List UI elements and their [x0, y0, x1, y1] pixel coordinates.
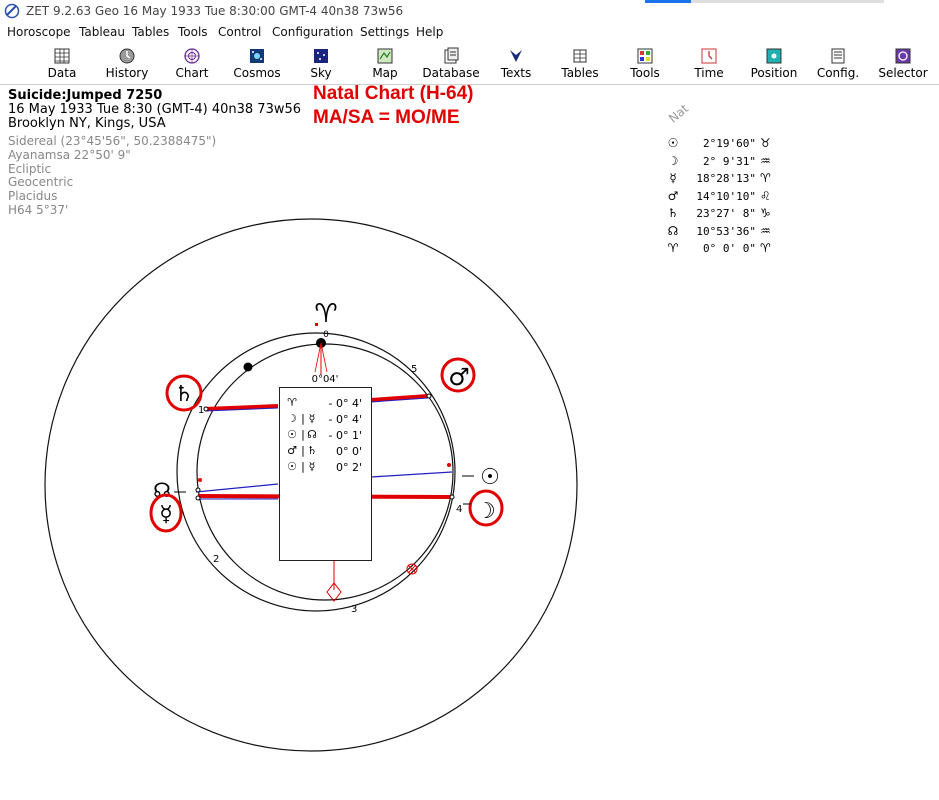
planet-dot-upper-left: [243, 362, 253, 372]
house-number-3: 3: [351, 604, 357, 615]
node-marker: [195, 487, 201, 493]
mercury-marker: [195, 495, 201, 501]
aspect-line-mars-upper: [370, 394, 429, 402]
setting-zodiac: Sidereal (23°45'56", 50.2388475"): [8, 134, 217, 148]
midpoint-box: ♈ - 0° 4' ☽ | ☿ - 0° 4' ☉ | ☊ - 0° 1' ♂ …: [279, 387, 372, 561]
capricorn-icon: ♑: [760, 206, 771, 220]
position-row-sun: ☉ 2°19'60" ♉: [667, 136, 771, 150]
node-icon: ☊: [667, 223, 679, 238]
house-number-4: 4: [456, 504, 462, 515]
position-row-moon: ☽ 2° 9'31" ♒: [667, 153, 771, 168]
aspect-line-node-blue: [195, 483, 279, 493]
moon-icon: ☽: [667, 153, 679, 168]
mars-marker: [426, 393, 432, 399]
house-number-1: 1: [198, 405, 204, 416]
saturn-marker: [203, 406, 209, 412]
mars-icon: ♂: [287, 444, 297, 457]
taurus-icon: ♉: [760, 136, 771, 150]
position-row-mercury: ☿ 18°28'13" ♈: [664, 171, 784, 189]
chart-datetime: 16 May 1933 Tue 8:30 (GMT-4) 40n38 73w56: [8, 102, 302, 117]
chart-info-panel: Suicide:Jumped 7250 16 May 1933 Tue 8:30…: [8, 89, 301, 218]
sun-icon: ☉: [287, 428, 297, 441]
aries-icon: ♈: [760, 171, 771, 185]
annotation-line-2: MA/SA = MO/ME: [313, 107, 460, 128]
setting-coordinates: Ecliptic: [8, 161, 52, 176]
annotation-line-1: Natal Chart (H-64): [313, 83, 474, 104]
moon-glyph: ☽: [476, 499, 496, 524]
aries-icon: ♈: [760, 241, 771, 255]
aries-offset-label: 0°04': [312, 374, 339, 385]
midpoint-row: ☉ | ☊ - 0° 1': [287, 428, 362, 442]
aspect-line-sun-blue: [370, 471, 453, 478]
sun-glyph: ☉: [480, 465, 500, 490]
saturn-glyph: ♄: [174, 382, 194, 407]
house-number-2: 2: [213, 554, 219, 565]
position-row-mars: ♂ 14°10'10" ♌: [667, 188, 771, 203]
red-annotation: Natal Chart (H-64) MA/SA = MO/ME: [313, 82, 473, 130]
midpoint-row: ♂ | ♄ 0° 0': [287, 444, 362, 458]
saturn-icon: ♄: [667, 206, 679, 220]
position-row-aries-point: ♈ 0° 0' 0" ♈: [667, 241, 771, 255]
saturn-icon: ♄: [307, 444, 317, 457]
midpoint-row: ☽ | ☿ - 0° 4': [287, 412, 362, 426]
position-row-node: ☊ 10°53'36" ♒: [667, 223, 771, 238]
mercury-glyph: ☿: [159, 502, 173, 527]
midpoint-row: ♈ - 0° 4': [287, 396, 362, 410]
red-dot-right: [447, 463, 451, 467]
leo-icon: ♌: [760, 188, 771, 203]
sun-icon: ☉: [667, 136, 679, 150]
sun-icon: ☉: [287, 460, 297, 473]
aquarius-icon: ♒: [760, 153, 771, 168]
moon-marker: [449, 494, 455, 500]
aries-point-icon: ♈: [667, 241, 679, 255]
position-row-saturn: ♄ 23°27' 8" ♑: [667, 206, 771, 220]
midpoint-row: ☉ | ☿ 0° 2': [287, 460, 362, 474]
aries-cusp-number: 0: [323, 330, 329, 340]
setting-ayanamsa: Ayanamsa 22°50' 9": [8, 147, 131, 162]
moon-icon: ☽: [287, 412, 297, 425]
aquarius-icon: ♒: [760, 223, 771, 238]
red-dot-left: [198, 478, 202, 482]
chart-name: Suicide:Jumped 7250: [8, 88, 163, 103]
mars-icon: ♂: [667, 188, 679, 203]
chart-place: Brooklyn NY, Kings, USA: [8, 116, 166, 131]
house-number-5: 5: [411, 364, 417, 375]
mercury-icon: ☿: [308, 460, 316, 473]
setting-harmonic: H64 5°37': [8, 202, 69, 217]
setting-center: Geocentric: [8, 175, 74, 190]
mercury-icon: ☿: [669, 171, 677, 185]
planet-positions-list: ☉ 2°19'60" ♉ ☽ 2° 9'31" ♒ ☿ 18°28'13" ♈ …: [664, 136, 784, 259]
node-icon: ☊: [307, 428, 317, 441]
mercury-icon: ☿: [308, 412, 316, 425]
aries-icon: ♈: [287, 396, 297, 409]
setting-house-system: Placidus: [8, 189, 58, 204]
aries-red-tick: [315, 323, 318, 326]
